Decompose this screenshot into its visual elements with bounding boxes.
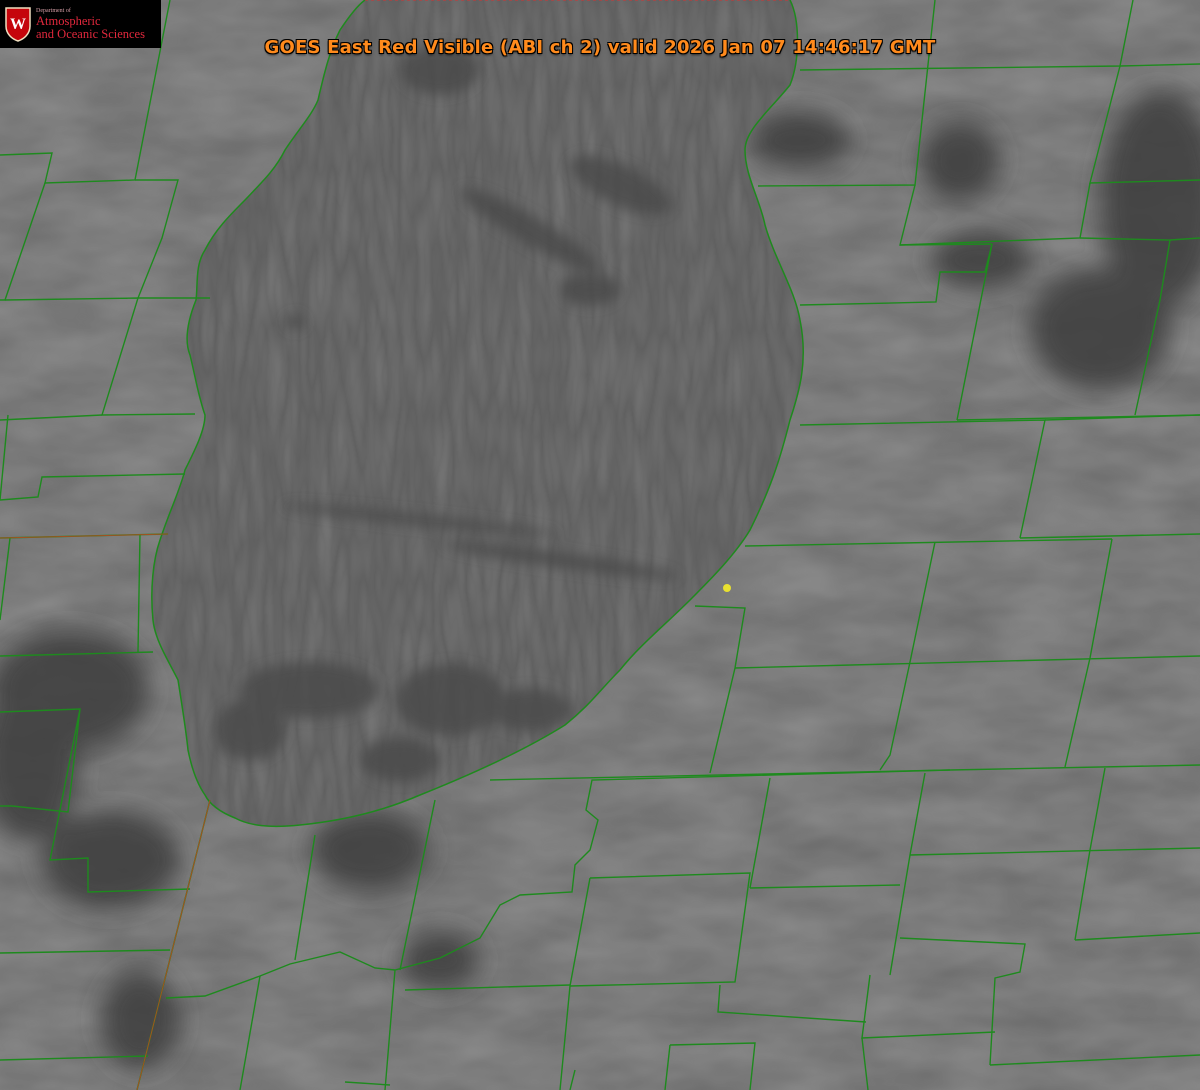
logo-department-line: Department of bbox=[36, 7, 71, 14]
logo-text: Department of Atmospheric and Oceanic Sc… bbox=[36, 8, 145, 41]
site-marker bbox=[723, 584, 731, 592]
satellite-map bbox=[0, 0, 1200, 1090]
image-title: GOES East Red Visible (ABI ch 2) valid 2… bbox=[264, 37, 936, 58]
logo-name-line1: Atmospheric bbox=[36, 13, 101, 28]
satellite-image-viewer: W Department of Atmospheric and Oceanic … bbox=[0, 0, 1200, 1090]
svg-text:W: W bbox=[10, 16, 26, 33]
